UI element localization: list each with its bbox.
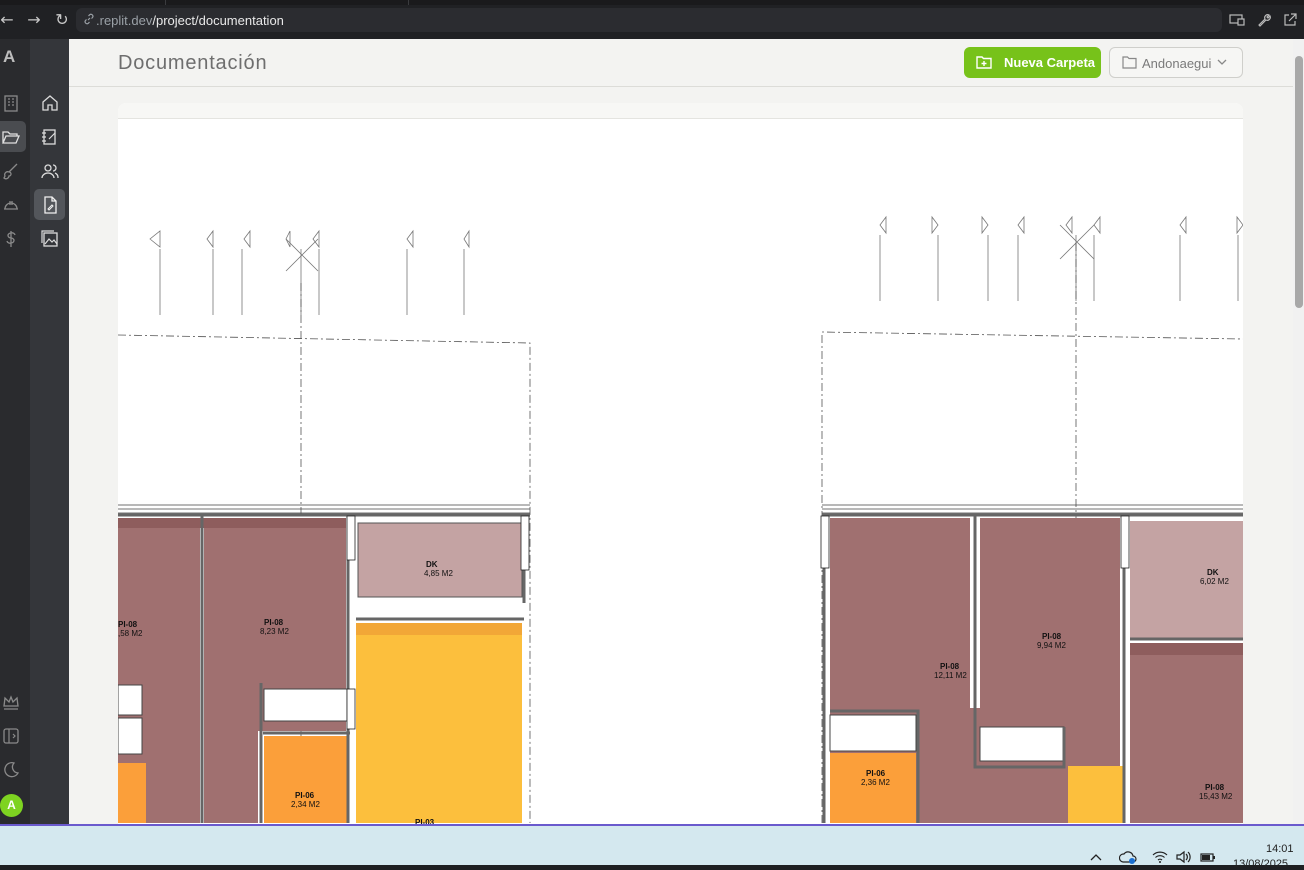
room-code-label: PI-06 xyxy=(866,769,886,778)
reload-icon[interactable]: ↻ xyxy=(52,10,72,30)
room-code-label: PI-08 xyxy=(1042,632,1062,641)
wrench-icon[interactable] xyxy=(1255,11,1273,29)
notebook-icon[interactable] xyxy=(40,127,60,147)
cast-icon[interactable] xyxy=(1228,11,1246,29)
page-title: Documentación xyxy=(118,52,268,74)
url-path: /project/documentation xyxy=(152,13,284,28)
document-viewer[interactable]: DK 4,85 M2 PI-08 8,23 M2 PI-08 ,58 M2 PI… xyxy=(118,103,1243,826)
rooms-right xyxy=(829,518,1243,823)
home-icon[interactable] xyxy=(40,93,60,113)
room-area-label: 15,43 M2 xyxy=(1199,792,1233,801)
room-code-label: PI-08 xyxy=(940,662,960,671)
section-markers-right xyxy=(879,215,1243,301)
main-content: Documentación Nueva Carpeta Andonaegui D… xyxy=(69,39,1293,826)
tab-strip xyxy=(0,0,1304,5)
folder-select[interactable]: Andonaegui xyxy=(1109,47,1243,78)
brush-icon[interactable] xyxy=(1,161,21,181)
crown-icon[interactable] xyxy=(1,692,21,712)
user-avatar[interactable]: A xyxy=(0,794,23,817)
room-area-label: 12,11 M2 xyxy=(934,671,967,680)
address-text: .replit.dev/project/documentation xyxy=(96,13,284,28)
room-code-label: PI-08 xyxy=(264,618,284,627)
secondary-sidebar xyxy=(30,39,69,826)
floor-plan-drawing xyxy=(118,215,1243,823)
rooms-left xyxy=(118,518,523,823)
chevron-up-icon[interactable] xyxy=(1089,850,1103,864)
open-external-icon[interactable] xyxy=(1281,11,1299,29)
wifi-icon[interactable] xyxy=(1152,850,1168,864)
room-area-label: ,58 M2 xyxy=(118,629,143,638)
section-markers-left xyxy=(149,229,470,315)
os-taskbar xyxy=(0,826,1304,865)
dollar-icon[interactable] xyxy=(1,229,21,249)
room-code-label: DK xyxy=(1207,568,1219,577)
page-header: Documentación Nueva Carpeta Andonaegui xyxy=(69,39,1293,87)
folder-select-label: Andonaegui xyxy=(1142,56,1212,71)
back-arrow-icon[interactable]: ← xyxy=(0,10,17,30)
users-icon[interactable] xyxy=(40,161,60,181)
app-logo[interactable]: A xyxy=(3,47,15,67)
room-area-label: 8,23 M2 xyxy=(260,627,289,636)
image-gallery-icon[interactable] xyxy=(40,229,60,249)
document-icon[interactable] xyxy=(40,195,60,215)
link-icon xyxy=(84,13,94,25)
battery-icon[interactable] xyxy=(1199,850,1217,864)
url-domain: .replit.dev xyxy=(96,13,153,28)
forward-arrow-icon[interactable]: → xyxy=(24,10,44,30)
room-area-label: 9,94 M2 xyxy=(1037,641,1066,650)
room-area-label: 2,36 M2 xyxy=(861,778,890,787)
speaker-icon[interactable] xyxy=(1175,850,1191,864)
folder-open-icon[interactable] xyxy=(1,127,21,147)
room-code-label: PI-08 xyxy=(1205,783,1225,792)
room-code-label: DK xyxy=(426,560,438,569)
room-code-label: PI-08 xyxy=(118,620,138,629)
helmet-icon[interactable] xyxy=(1,195,21,215)
clock-time[interactable]: 14:01 xyxy=(1266,843,1294,855)
new-folder-button[interactable]: Nueva Carpeta xyxy=(964,47,1101,78)
scrollbar-thumb[interactable] xyxy=(1295,56,1303,308)
folder-icon xyxy=(1122,56,1137,69)
slab-lines xyxy=(118,504,1243,514)
new-folder-label: Nueva Carpeta xyxy=(1004,55,1096,70)
folder-plus-icon xyxy=(976,56,992,69)
clock-date[interactable]: 13/08/2025 xyxy=(1233,858,1288,870)
room-area-label: 6,02 M2 xyxy=(1200,577,1229,586)
chevron-down-icon xyxy=(1217,59,1227,65)
building-icon[interactable] xyxy=(1,93,21,113)
moon-icon[interactable] xyxy=(1,760,21,780)
sidebar-toggle-icon[interactable] xyxy=(1,726,21,746)
room-area-label: 2,34 M2 xyxy=(291,800,320,809)
room-area-label: 4,85 M2 xyxy=(424,569,453,578)
room-code-label: PI-06 xyxy=(295,791,315,800)
cloud-icon[interactable] xyxy=(1119,850,1137,864)
